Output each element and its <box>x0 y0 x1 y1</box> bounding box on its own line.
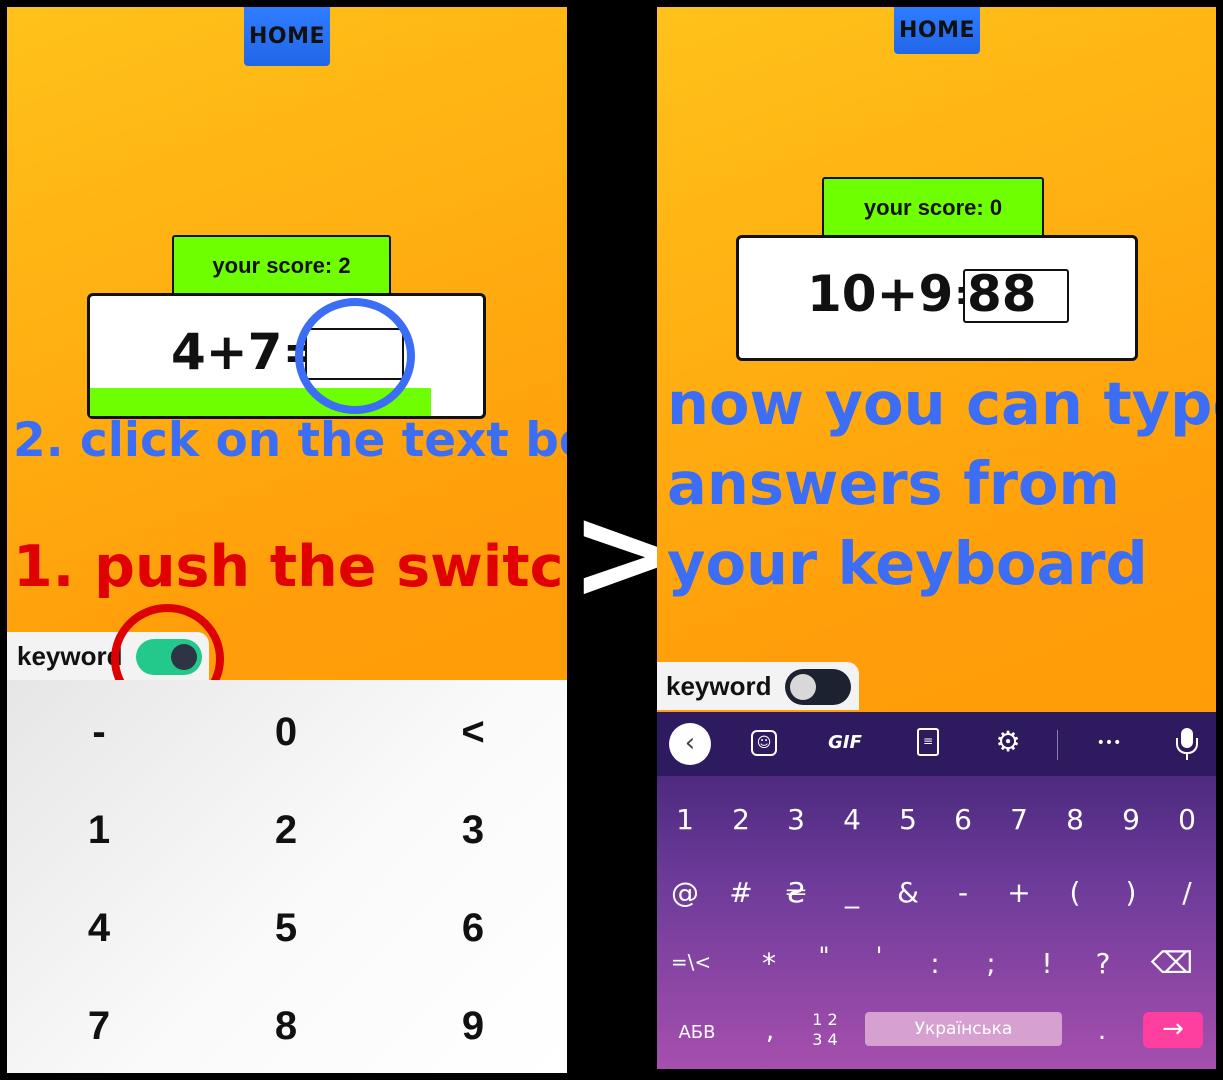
answer-input[interactable]: 88 <box>963 269 1069 323</box>
caption-line-1: now you can type <box>667 369 1216 438</box>
highlight-circle-text-box <box>295 298 415 414</box>
score-text: your score: 0 <box>863 195 1003 220</box>
score-text: your score: 2 <box>212 253 351 278</box>
gif-icon[interactable]: GIF <box>823 730 867 756</box>
keyword-toggle-switch[interactable] <box>785 669 851 705</box>
key-slash[interactable]: / <box>1162 876 1212 909</box>
keypad-5[interactable]: 5 <box>226 906 346 951</box>
instruction-push-switch: 1. push the switch <box>13 534 567 600</box>
microphone-icon[interactable] <box>1169 726 1205 766</box>
key-3[interactable]: 3 <box>771 803 821 836</box>
key-4[interactable]: 4 <box>827 803 877 836</box>
key-hryvnia[interactable]: ₴ <box>771 876 821 909</box>
instruction-click-text-box: 2. click on the text box <box>13 413 567 468</box>
key-abc-switch[interactable]: АБВ <box>672 1022 722 1043</box>
key-single-quote[interactable]: ' <box>854 942 904 970</box>
key-ampersand[interactable]: & <box>883 876 933 909</box>
keypad-4[interactable]: 4 <box>39 906 159 951</box>
caption-line-2: answers from <box>667 449 1120 518</box>
key-period[interactable]: . <box>1077 1016 1127 1046</box>
keyboard-toolbar: ‹ ☺ GIF ≡ ⚙ ••• <box>657 712 1216 776</box>
clipboard-icon[interactable]: ≡ <box>917 728 939 756</box>
key-minus[interactable]: - <box>938 876 988 909</box>
key-colon[interactable]: : <box>910 947 960 980</box>
keypad-7[interactable]: 7 <box>39 1004 159 1049</box>
right-screenshot: HOME your score: 0 10+9= 88 now you can … <box>657 7 1216 1069</box>
home-button[interactable]: HOME <box>244 7 330 66</box>
left-screenshot: HOME your score: 2 4+7= 2. click on the … <box>7 7 567 1073</box>
key-question[interactable]: ? <box>1078 947 1128 980</box>
sticker-icon[interactable]: ☺ <box>751 730 777 756</box>
keypad-1[interactable]: 1 <box>39 808 159 853</box>
key-1[interactable]: 1 <box>660 803 710 836</box>
key-5[interactable]: 5 <box>883 803 933 836</box>
key-double-quote[interactable]: " <box>799 942 849 970</box>
keypad-minus[interactable]: - <box>39 710 159 755</box>
key-6[interactable]: 6 <box>938 803 988 836</box>
key-hash[interactable]: # <box>716 876 766 909</box>
back-chevron-icon[interactable]: ‹ <box>669 723 711 765</box>
key-numpad-switch-top[interactable]: 1 2 <box>800 1010 850 1029</box>
keyword-label: keyword <box>17 640 123 671</box>
key-symbols-switch[interactable]: =\< <box>666 950 716 974</box>
key-comma[interactable]: , <box>745 1016 795 1046</box>
keypad-9[interactable]: 9 <box>413 1004 533 1049</box>
space-label: Українська <box>914 1019 1013 1039</box>
keypad-3[interactable]: 3 <box>413 808 533 853</box>
key-asterisk[interactable]: * <box>744 947 794 980</box>
soft-keyboard: ‹ ☺ GIF ≡ ⚙ ••• 1 2 3 4 5 6 7 8 9 0 @ # … <box>657 712 1216 1069</box>
enter-button[interactable]: → <box>1143 1012 1203 1048</box>
caption-line-3: your keyboard <box>667 529 1148 598</box>
toolbar-divider <box>1057 730 1058 760</box>
more-icon[interactable]: ••• <box>1087 730 1131 756</box>
numeric-keypad: - 0 < 1 2 3 4 5 6 7 8 9 <box>7 680 567 1073</box>
key-semicolon[interactable]: ; <box>966 947 1016 980</box>
home-label: HOME <box>248 24 326 49</box>
home-label: HOME <box>898 18 976 43</box>
key-8[interactable]: 8 <box>1050 803 1100 836</box>
key-2[interactable]: 2 <box>716 803 766 836</box>
keyword-label: keyword <box>666 670 772 701</box>
keypad-0[interactable]: 0 <box>226 710 346 755</box>
keypad-2[interactable]: 2 <box>226 808 346 853</box>
keypad-6[interactable]: 6 <box>413 906 533 951</box>
home-button[interactable]: HOME <box>894 7 980 54</box>
key-plus[interactable]: + <box>994 876 1044 909</box>
key-close-paren[interactable]: ) <box>1106 876 1156 909</box>
gear-icon[interactable]: ⚙ <box>991 724 1025 760</box>
keypad-backspace[interactable]: < <box>413 710 533 755</box>
space-bar[interactable]: Українська <box>865 1012 1062 1046</box>
key-open-paren[interactable]: ( <box>1050 876 1100 909</box>
score-badge: your score: 0 <box>822 177 1044 237</box>
key-7[interactable]: 7 <box>994 803 1044 836</box>
toggle-knob <box>790 674 816 700</box>
key-exclamation[interactable]: ! <box>1022 947 1072 980</box>
key-numpad-switch-bottom[interactable]: 3 4 <box>800 1030 850 1049</box>
key-0[interactable]: 0 <box>1162 803 1212 836</box>
key-at[interactable]: @ <box>660 876 710 909</box>
backspace-icon[interactable]: ⌫ <box>1147 946 1197 981</box>
key-9[interactable]: 9 <box>1106 803 1156 836</box>
score-badge: your score: 2 <box>172 235 391 295</box>
keypad-8[interactable]: 8 <box>226 1004 346 1049</box>
key-underscore[interactable]: _ <box>827 876 877 909</box>
enter-arrow-icon: → <box>1162 1014 1184 1044</box>
